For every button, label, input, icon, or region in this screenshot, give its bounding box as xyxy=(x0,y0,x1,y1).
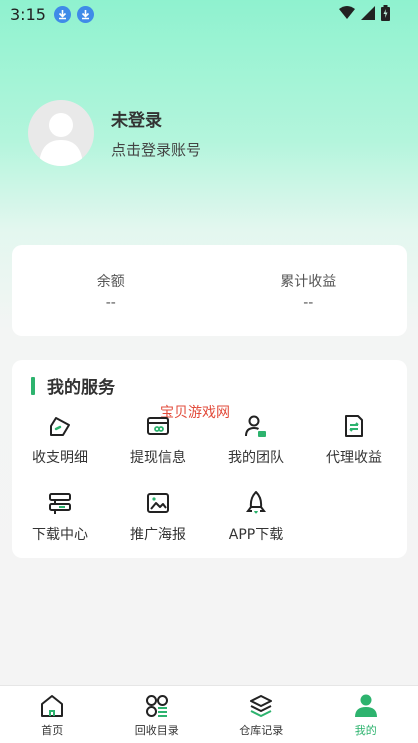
tab-mine[interactable]: 我的 xyxy=(314,686,418,743)
tab-recycle-catalog[interactable]: 回收目录 xyxy=(105,686,210,743)
balance-label: 余额 xyxy=(96,273,125,290)
service-item-income-details[interactable]: 收支明细 xyxy=(12,413,108,473)
service-item-download-center[interactable]: 下载中心 xyxy=(12,490,108,550)
services-card: 我的服务 宝贝游戏网 收支明细 提现信息 我的团队 代理收益 下载中心 推广海报… xyxy=(12,360,407,558)
tab-label: 回收目录 xyxy=(134,724,179,737)
image-icon xyxy=(147,493,169,513)
login-hint[interactable]: 点击登录账号 xyxy=(111,139,201,160)
tab-warehouse-records[interactable]: 仓库记录 xyxy=(209,686,314,743)
service-item-withdraw-info[interactable]: 提现信息 xyxy=(110,413,206,473)
status-time: 3:15 xyxy=(10,4,46,24)
pen-icon xyxy=(50,417,70,436)
download-notification-icon xyxy=(76,5,94,23)
total-income-value: -- xyxy=(303,294,314,311)
document-icon xyxy=(345,415,363,437)
profile-name: 未登录 xyxy=(111,111,162,131)
battery-icon xyxy=(381,5,390,21)
tab-label: 首页 xyxy=(41,724,64,737)
balance-item[interactable]: 余额 -- xyxy=(12,245,210,336)
grid-icon xyxy=(145,695,168,717)
home-icon xyxy=(41,695,64,717)
bottom-tab-bar: 首页 回收目录 仓库记录 我的 xyxy=(0,685,418,743)
tab-label: 仓库记录 xyxy=(239,724,284,737)
rocket-icon xyxy=(246,491,266,514)
balance-card: 余额 -- 累计收益 -- xyxy=(12,245,407,336)
tab-label: 我的 xyxy=(354,724,377,737)
wifi-icon xyxy=(339,6,355,19)
stack-icon xyxy=(49,493,71,514)
user-icon xyxy=(354,694,377,717)
service-item-promo-poster[interactable]: 推广海报 xyxy=(110,490,206,550)
services-header: 我的服务 xyxy=(31,373,115,398)
layers-icon xyxy=(250,695,273,717)
service-item-label: 推广海报 xyxy=(130,527,186,543)
status-bar: 3:15 xyxy=(0,0,418,28)
tab-home[interactable]: 首页 xyxy=(0,686,105,743)
service-item-label: 代理收益 xyxy=(326,450,382,466)
service-item-label: 下载中心 xyxy=(32,527,88,543)
service-item-label: 提现信息 xyxy=(130,450,186,466)
service-item-agent-income[interactable]: 代理收益 xyxy=(306,413,402,473)
title-accent-bar xyxy=(31,376,35,395)
service-item-label: 我的团队 xyxy=(228,450,284,466)
total-income-label: 累计收益 xyxy=(280,273,337,290)
avatar xyxy=(28,100,94,166)
total-income-item[interactable]: 累计收益 -- xyxy=(210,245,408,336)
service-item-label: APP下载 xyxy=(228,527,284,543)
service-item-app-download[interactable]: APP下载 xyxy=(208,490,304,550)
service-item-label: 收支明细 xyxy=(32,450,88,466)
service-item-my-team[interactable]: 我的团队 xyxy=(208,413,304,473)
balance-value: -- xyxy=(105,294,116,311)
services-title: 我的服务 xyxy=(47,378,115,398)
profile-login-area[interactable]: 未登录 点击登录账号 xyxy=(28,100,201,166)
team-icon xyxy=(245,415,266,437)
signal-icon xyxy=(361,6,375,20)
wallet-icon xyxy=(147,417,169,435)
download-notification-icon xyxy=(53,5,71,23)
